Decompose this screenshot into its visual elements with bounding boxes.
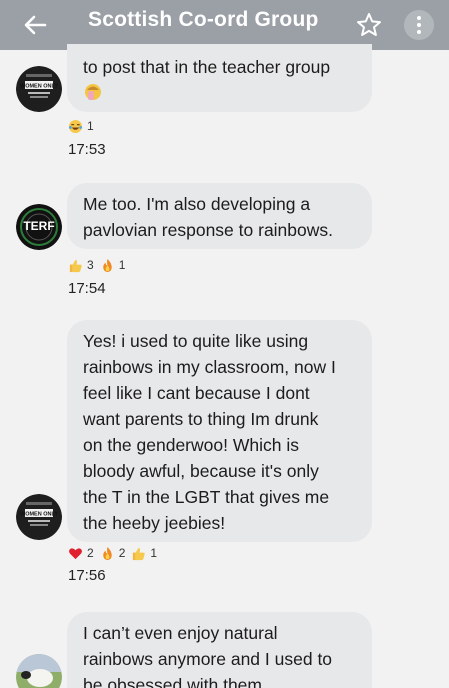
message-line: Me too. I'm also developing a (83, 194, 311, 214)
message-bubble: Me too. I'm also developing a pavlovian … (67, 183, 372, 249)
message-line: rainbows in my classroom, now I (83, 357, 336, 377)
reaction[interactable]: 3 (68, 258, 94, 273)
heart-emoji-icon (69, 547, 82, 559)
reaction[interactable]: 1 (100, 258, 126, 273)
avatar-text: WOMEN ONLY (20, 84, 58, 90)
message-line: be obsessed with them. (83, 675, 267, 688)
reactions-row[interactable]: 2 2 1 (68, 544, 163, 562)
message-line: on the genderwoo! Which is (83, 435, 299, 455)
reaction-count: 2 (87, 546, 94, 560)
fire-emoji-icon (102, 258, 112, 272)
reaction[interactable]: 2 (68, 546, 94, 561)
message-timestamp: 17:53 (68, 141, 106, 158)
reaction-count: 3 (87, 258, 94, 272)
avatar-women-only[interactable]: WOMEN ONLY (16, 66, 62, 112)
reactions-row[interactable]: 1 (68, 117, 100, 135)
message-line: want parents to thing Im drunk (83, 409, 319, 429)
thumbs-up-emoji-icon (69, 259, 82, 272)
avatar-text: WOMEN ONLY (20, 512, 58, 518)
message-line: to post that in the teacher group (83, 57, 331, 77)
avatar-label: TERF (23, 219, 55, 233)
message-line: I can’t even enjoy natural (83, 623, 278, 643)
reaction[interactable]: 1 (131, 546, 157, 561)
message-bubble: to post that in the teacher group (67, 44, 372, 112)
reaction-count: 1 (150, 546, 158, 560)
laughing-crying-emoji-icon (68, 119, 83, 133)
message-line: the heeby jeebies! (83, 513, 226, 533)
facepalm-emoji-icon (83, 82, 103, 109)
reaction[interactable]: 2 (100, 546, 126, 561)
star-icon[interactable] (355, 11, 383, 39)
thumbs-up-emoji-icon (133, 547, 146, 560)
message-timestamp: 17:56 (68, 567, 106, 584)
message-line: pavlovian response to rainbows. (83, 220, 334, 240)
avatar-women-only[interactable]: WOMEN ONLY (16, 494, 62, 540)
message-line: feel like I cant because I dont (83, 383, 310, 403)
reaction[interactable]: 1 (68, 119, 94, 134)
group-title[interactable]: Scottish Co‑ord Group (88, 8, 319, 32)
chat-header: Scottish Co‑ord Group (0, 0, 449, 50)
message-line: rainbows anymore and I used to (83, 649, 333, 669)
message-line: Yes! i used to quite like using (83, 331, 309, 351)
reactions-row[interactable]: 3 1 (68, 256, 131, 274)
back-arrow-icon[interactable] (20, 10, 50, 40)
message-bubble: Yes! i used to quite like using rainbows… (67, 320, 372, 542)
reaction-count: 2 (118, 546, 126, 560)
more-options-icon[interactable] (404, 10, 434, 40)
message-timestamp: 17:54 (68, 280, 106, 297)
reaction-count: 1 (118, 258, 126, 272)
avatar-sheep-photo[interactable] (16, 654, 62, 688)
avatar-terf[interactable]: TERF (16, 204, 62, 250)
message-line: bloody awful, because it's only (83, 461, 319, 481)
fire-emoji-icon (102, 546, 112, 560)
message-line: the T in the LGBT that gives me (83, 487, 330, 507)
message-bubble: I can’t even enjoy natural rainbows anym… (67, 612, 372, 688)
reaction-count: 1 (87, 119, 94, 133)
